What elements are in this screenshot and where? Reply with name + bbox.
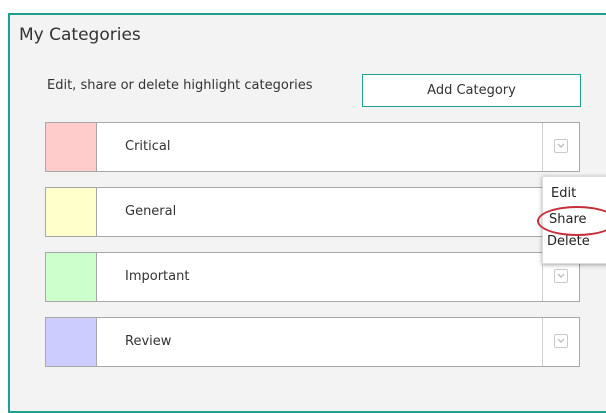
menu-item-edit[interactable]: Edit — [551, 186, 576, 201]
menu-item-delete[interactable]: Delete — [547, 234, 590, 249]
chevron-down-icon[interactable] — [554, 269, 568, 283]
category-color-swatch — [46, 123, 97, 171]
chevron-down-icon[interactable] — [554, 139, 568, 153]
page-title: My Categories — [19, 25, 141, 45]
category-label: Important — [125, 269, 190, 284]
category-color-swatch — [46, 188, 97, 236]
category-row-review: Review — [45, 317, 580, 367]
chevron-down-icon[interactable] — [554, 334, 568, 348]
category-label: General — [125, 204, 177, 219]
page-subtitle: Edit, share or delete highlight categori… — [47, 78, 313, 93]
category-label: Critical — [125, 139, 171, 154]
category-menu-cell — [542, 123, 581, 171]
add-category-label: Add Category — [427, 83, 516, 98]
category-row-important: Important — [45, 252, 580, 302]
category-row-critical: Critical — [45, 122, 580, 172]
category-menu-cell — [542, 318, 581, 366]
add-category-button[interactable]: Add Category — [362, 74, 581, 107]
category-row-general: General — [45, 187, 580, 237]
category-color-swatch — [46, 318, 97, 366]
category-color-swatch — [46, 253, 97, 301]
category-label: Review — [125, 334, 172, 349]
